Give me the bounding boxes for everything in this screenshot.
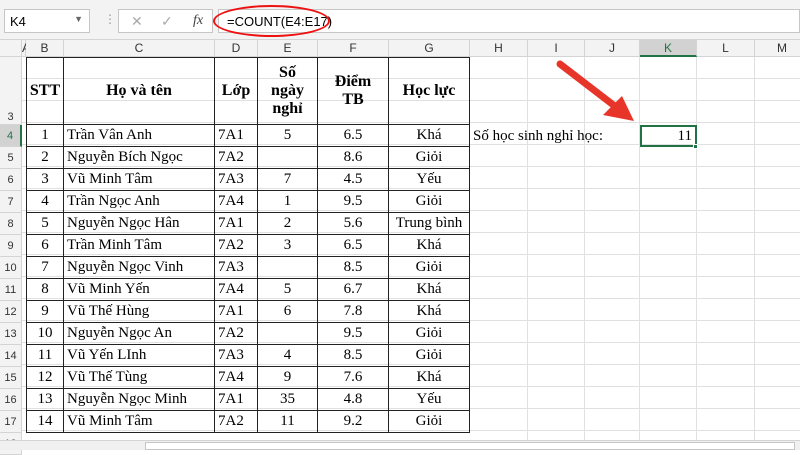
red-arrow-icon (556, 60, 634, 121)
scrollbar-thumb[interactable] (145, 442, 795, 450)
